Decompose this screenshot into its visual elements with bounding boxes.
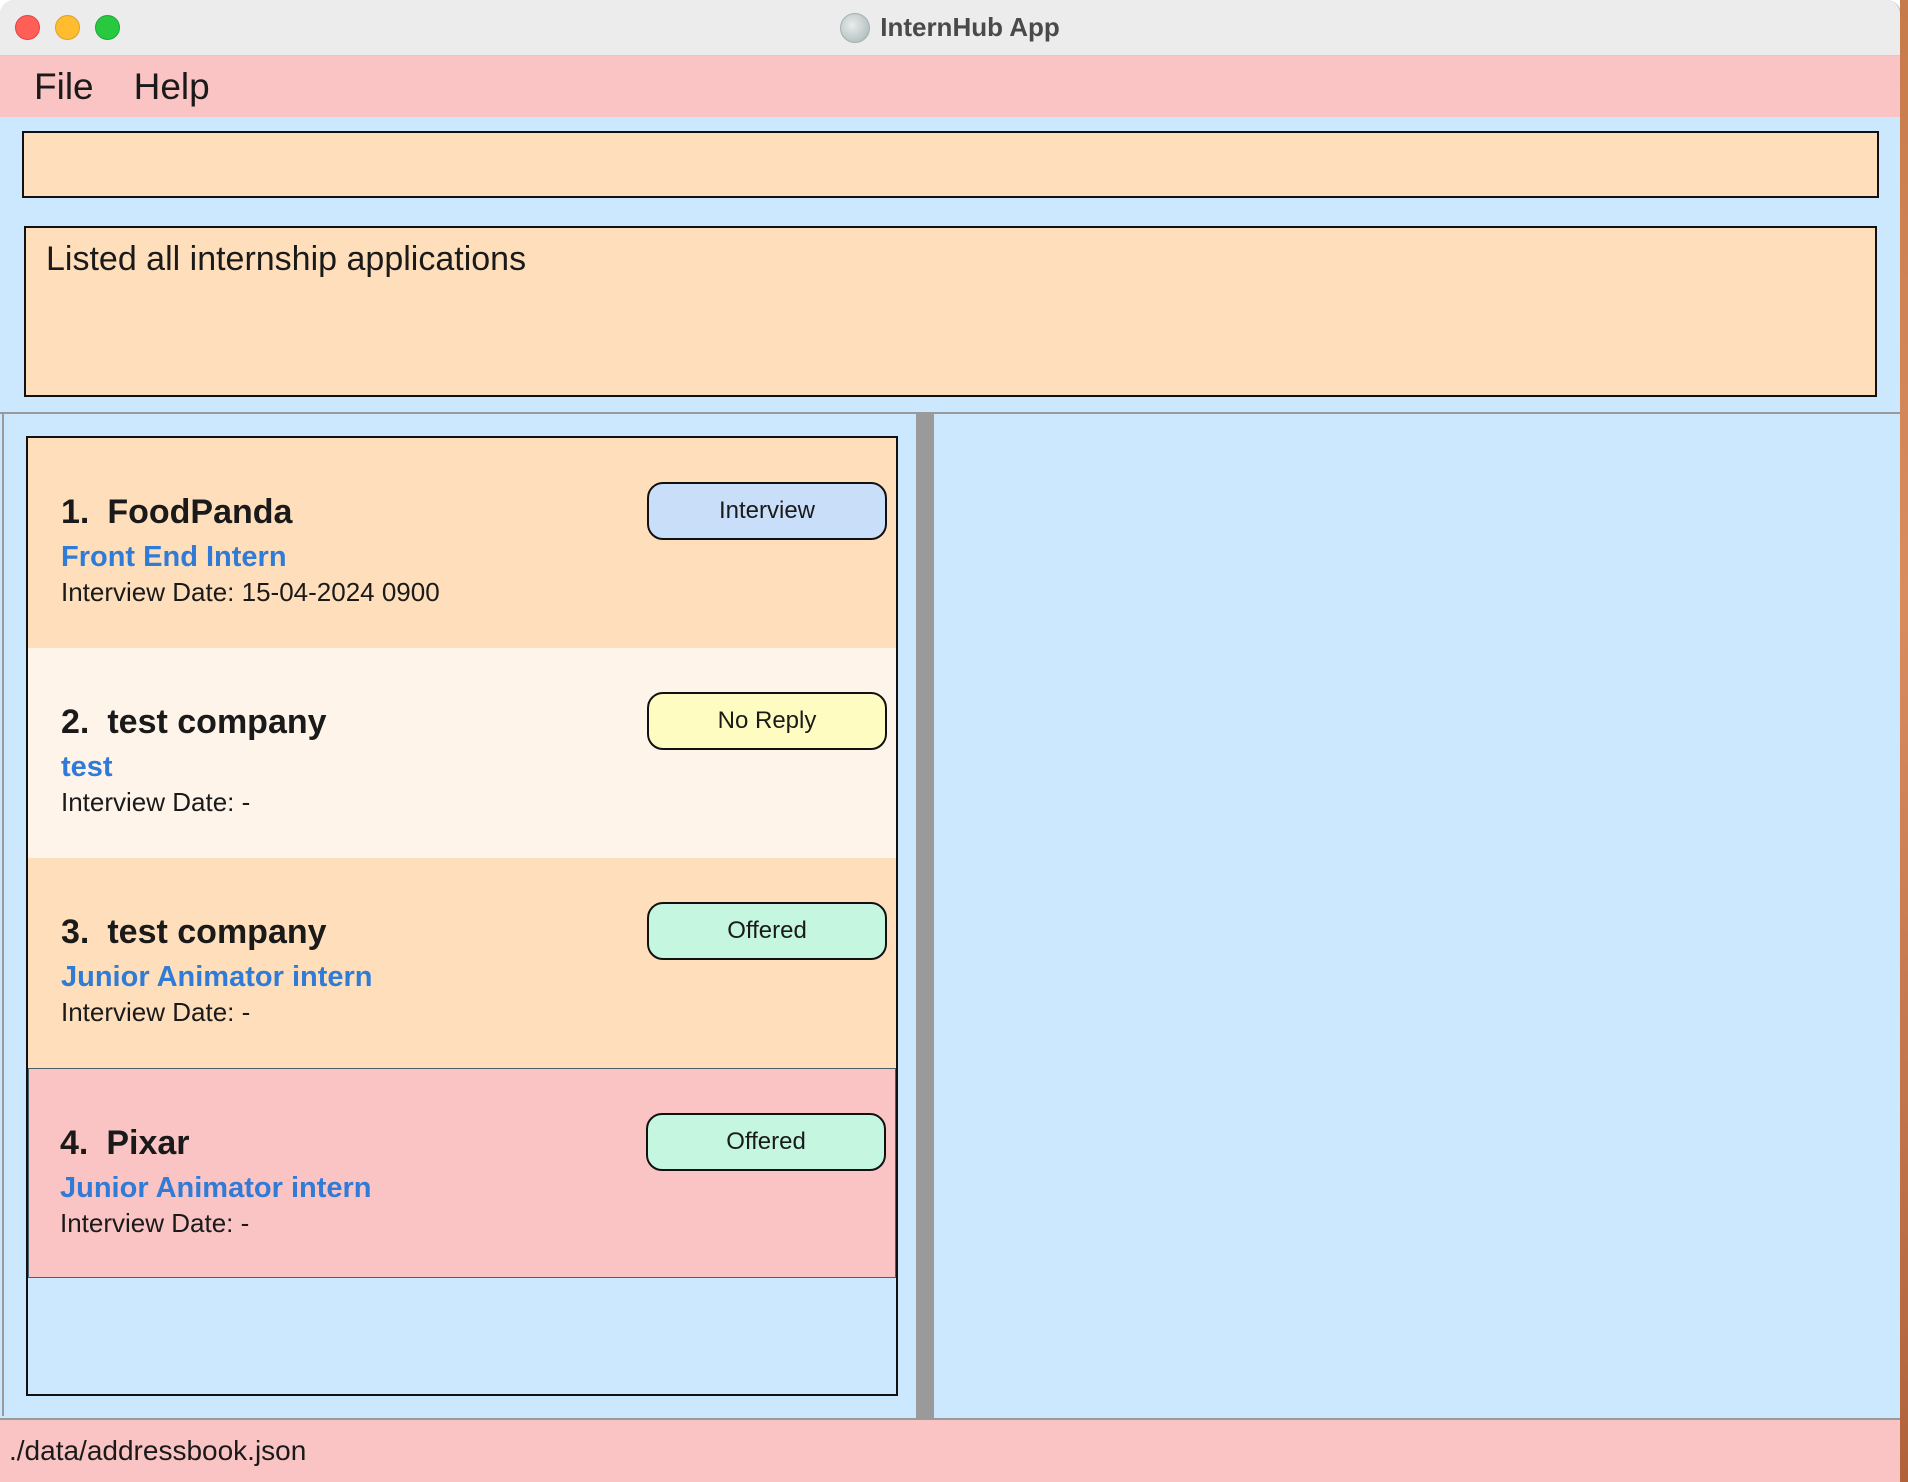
detail-pane (934, 414, 1900, 1418)
interview-date: Interview Date: - (61, 787, 251, 817)
application-index: 1. (61, 493, 90, 531)
role-label: Front End Intern (61, 541, 287, 573)
company-name: test company (107, 913, 327, 951)
application-index: 3. (61, 913, 90, 951)
split-pane-divider[interactable] (916, 414, 934, 1418)
application-index: 2. (61, 703, 90, 741)
menu-bar: File Help (0, 56, 1900, 117)
menu-help[interactable]: Help (134, 66, 210, 108)
application-list-pane: 1. FoodPanda Front End Intern Interview D… (2, 414, 918, 1416)
window-title: InternHub App (880, 12, 1060, 42)
application-title: 3. test company (61, 913, 327, 952)
interview-date: Interview Date: - (61, 997, 251, 1027)
command-box (22, 131, 1879, 198)
company-name: Pixar (106, 1124, 190, 1162)
list-item-selected[interactable]: 4. Pixar Junior Animator intern Interview… (28, 1068, 896, 1278)
application-title: 4. Pixar (60, 1124, 190, 1163)
application-list[interactable]: 1. FoodPanda Front End Intern Interview D… (26, 436, 898, 1396)
status-badge: No Reply (647, 692, 887, 750)
status-badge: Interview (647, 482, 887, 540)
status-badge: Offered (646, 1113, 886, 1171)
application-index: 4. (60, 1124, 89, 1162)
app-logo-icon (840, 12, 871, 43)
list-item[interactable]: 3. test company Junior Animator intern In… (28, 858, 896, 1068)
status-badge: Offered (647, 902, 887, 960)
interview-date: Interview Date: 15-04-2024 0900 (61, 577, 440, 607)
application-title: 2. test company (61, 703, 327, 742)
status-bar: ./data/addressbook.json (0, 1418, 1900, 1482)
desktop-background (1900, 0, 1908, 1482)
company-name: FoodPanda (107, 493, 293, 531)
title-bar: InternHub App (0, 0, 1900, 56)
list-item[interactable]: 2. test company test Interview Date: - No… (28, 648, 896, 858)
list-item[interactable]: 1. FoodPanda Front End Intern Interview D… (28, 438, 896, 648)
menu-file[interactable]: File (34, 66, 94, 108)
data-file-path: ./data/addressbook.json (9, 1435, 307, 1466)
command-input[interactable] (24, 133, 1877, 196)
company-name: test company (107, 703, 327, 741)
title-group: InternHub App (0, 0, 1900, 55)
role-label: Junior Animator intern (60, 1172, 372, 1204)
role-label: Junior Animator intern (61, 961, 373, 993)
role-label: test (61, 751, 113, 783)
app-window: InternHub App File Help Listed all inter… (0, 0, 1901, 1482)
main-panel: 1. FoodPanda Front End Intern Interview D… (0, 412, 1900, 1418)
result-display: Listed all internship applications (24, 226, 1877, 397)
interview-date: Interview Date: - (60, 1208, 250, 1238)
application-title: 1. FoodPanda (61, 493, 292, 532)
